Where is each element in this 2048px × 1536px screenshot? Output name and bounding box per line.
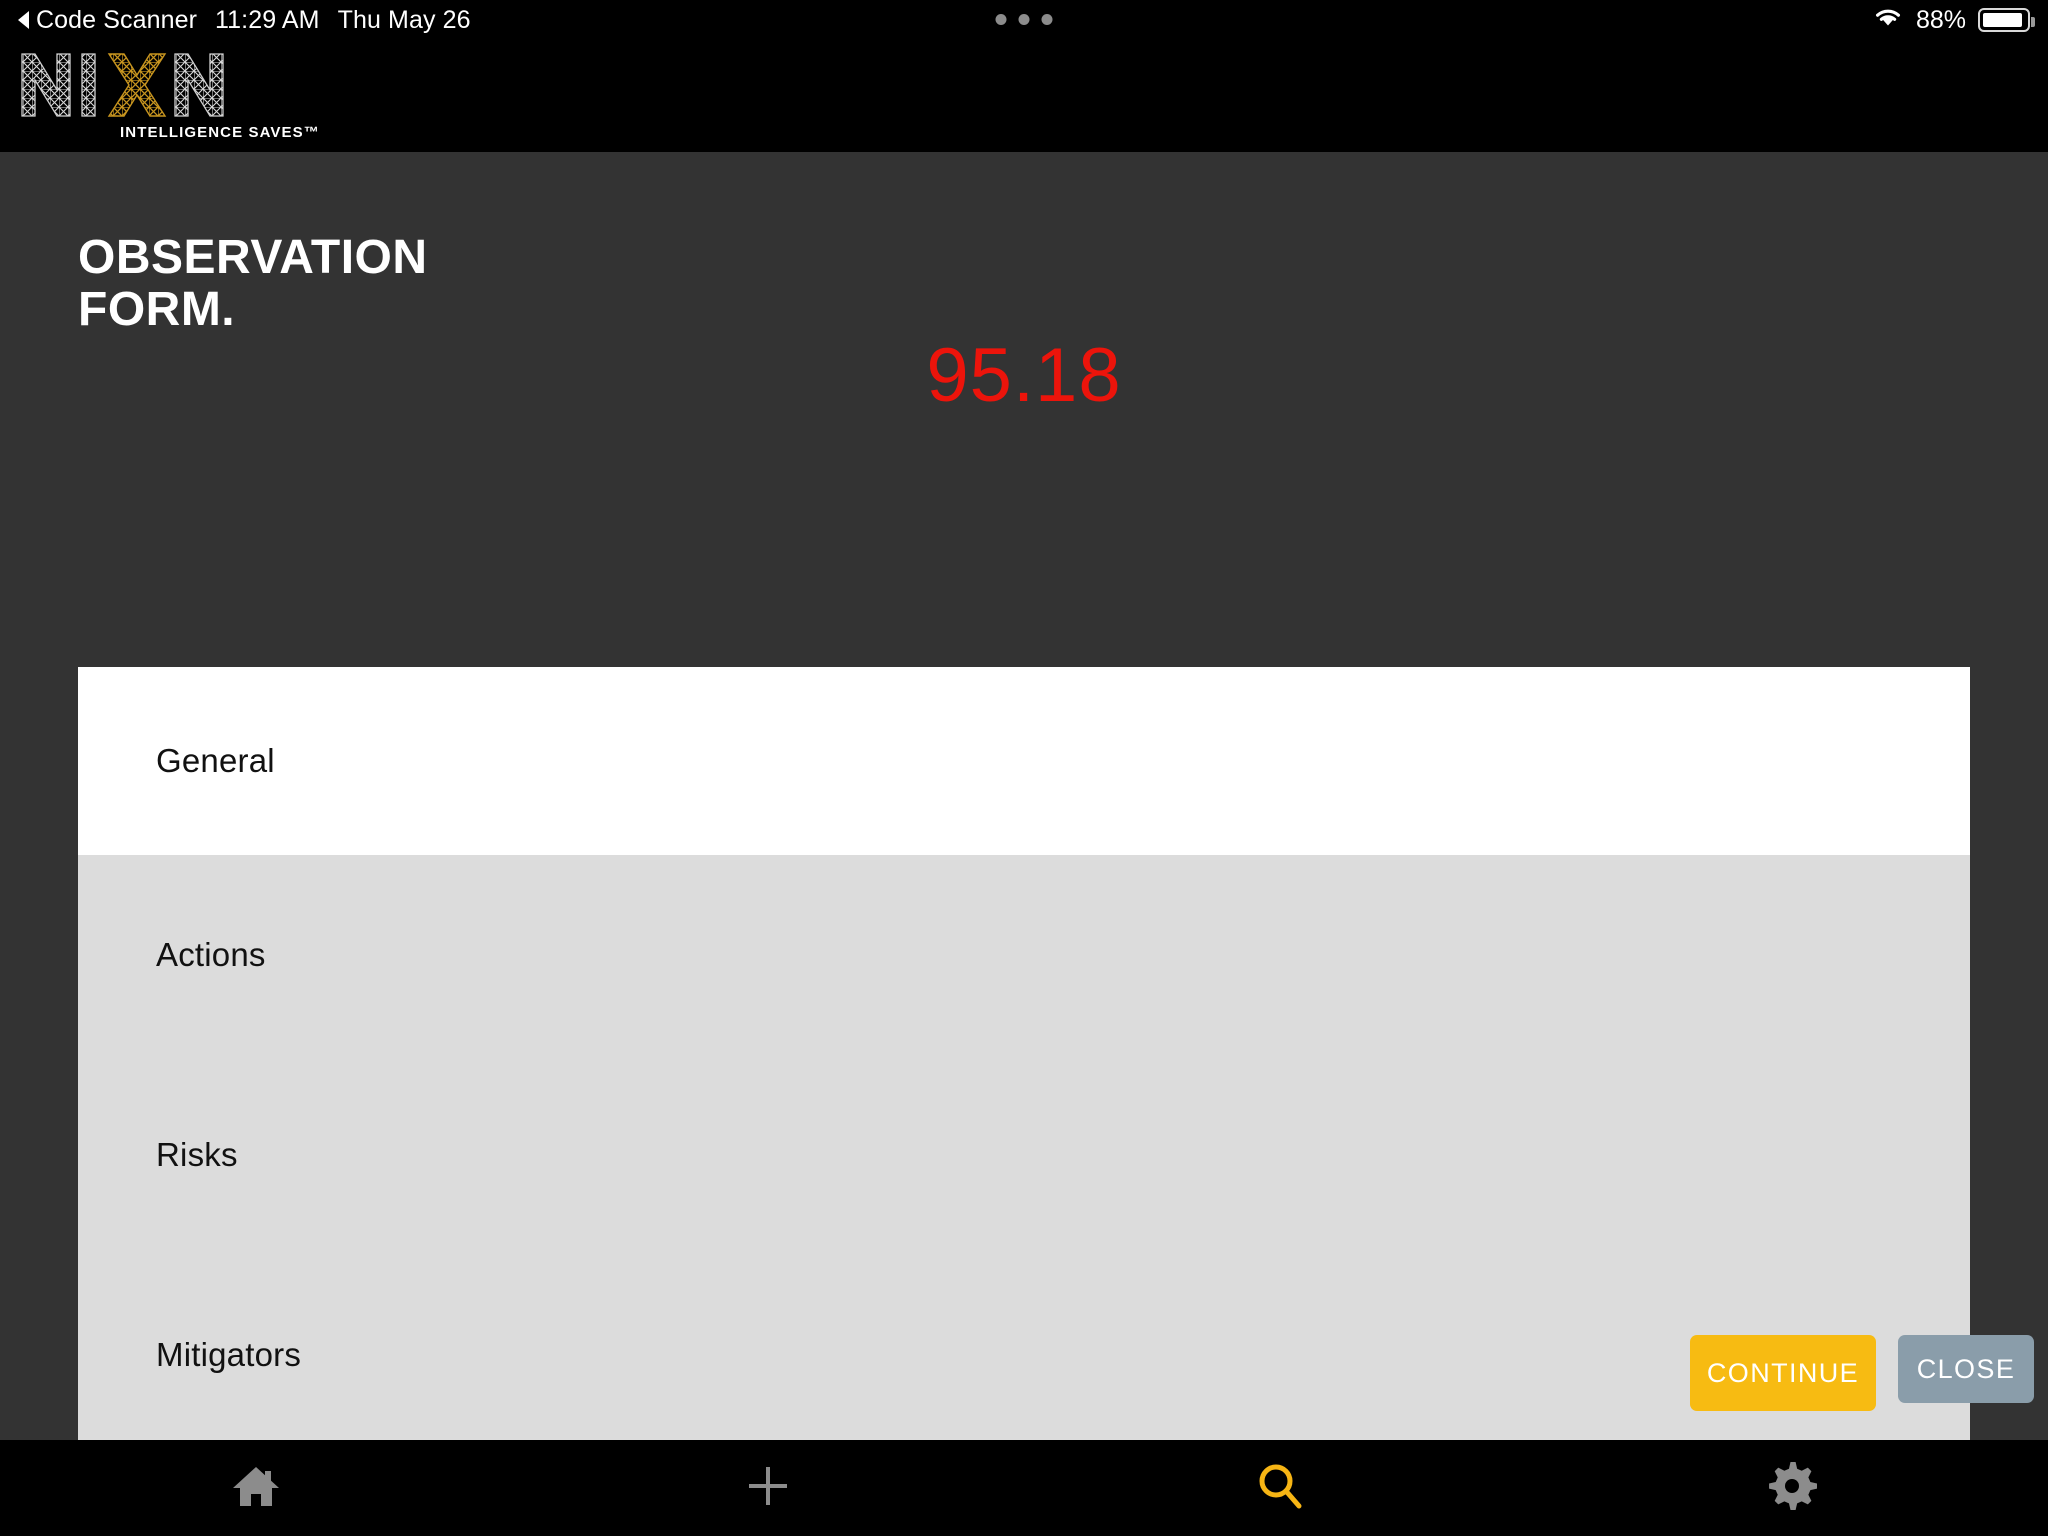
- triangle-left-icon: [18, 11, 29, 29]
- list-item-mitigators[interactable]: Mitigators: [78, 1255, 1970, 1455]
- battery-percent-label: 88%: [1915, 5, 1966, 34]
- back-app-label: Code Scanner: [36, 5, 198, 34]
- list-item-label: Mitigators: [156, 1336, 302, 1373]
- status-bar-left: Code Scanner 11:29 AM Thu May 26: [18, 0, 471, 40]
- page-title-line2: FORM.: [78, 283, 236, 337]
- list-item-label: Actions: [156, 936, 266, 973]
- status-bar-date: Thu May 26: [337, 5, 471, 34]
- score-value: 95.18: [926, 333, 1122, 418]
- gear-icon: [1767, 1461, 1818, 1516]
- status-bar-time: 11:29 AM: [215, 5, 320, 34]
- nixn-logo: [14, 44, 264, 130]
- battery-level-fill: [1983, 13, 2022, 27]
- wifi-icon: [1872, 5, 1904, 36]
- list-item-general[interactable]: General: [78, 667, 1970, 855]
- tab-settings[interactable]: [1536, 1440, 2048, 1536]
- handle-dot: [1018, 14, 1030, 25]
- form-section-list: General Actions Risks Mitigators: [78, 667, 1970, 1512]
- main-content: OBSERVATION FORM. 95.18 General Actions …: [0, 152, 2048, 1512]
- close-button[interactable]: CLOSE: [1898, 1335, 2034, 1403]
- page-title-line1: OBSERVATION: [78, 231, 428, 284]
- tab-search[interactable]: [1024, 1440, 1536, 1536]
- handle-dot: [995, 14, 1007, 25]
- list-item-label: General: [156, 742, 275, 779]
- bottom-tab-bar: [0, 1440, 2048, 1536]
- tab-home[interactable]: [0, 1440, 512, 1536]
- handle-dots-icon[interactable]: [995, 14, 1053, 25]
- battery-icon: [1978, 8, 2035, 32]
- app-screen: Code Scanner 11:29 AM Thu May 26 88% INT…: [0, 0, 2048, 1536]
- continue-button[interactable]: CONTINUE: [1690, 1335, 1876, 1411]
- dialog-action-buttons: CONTINUE CLOSE: [1690, 1335, 2034, 1411]
- list-item-risks[interactable]: Risks: [78, 1055, 1970, 1255]
- list-item-actions[interactable]: Actions: [78, 855, 1970, 1055]
- tab-add[interactable]: [512, 1440, 1024, 1536]
- list-item-label: Risks: [156, 1136, 238, 1173]
- search-icon: [1254, 1460, 1306, 1517]
- page-title: OBSERVATION FORM.: [78, 231, 428, 337]
- brand-header: INTELLIGENCE SAVES™: [0, 40, 2048, 152]
- ios-status-bar: Code Scanner 11:29 AM Thu May 26 88%: [0, 0, 2048, 40]
- status-bar-right: 88%: [1872, 0, 2035, 40]
- plus-icon: [743, 1461, 793, 1516]
- brand-tagline: INTELLIGENCE SAVES™: [120, 124, 320, 141]
- handle-dot: [1041, 14, 1053, 25]
- nixn-logo-icon: [21, 53, 224, 117]
- home-icon: [231, 1462, 281, 1515]
- back-to-app-button[interactable]: Code Scanner: [18, 6, 197, 35]
